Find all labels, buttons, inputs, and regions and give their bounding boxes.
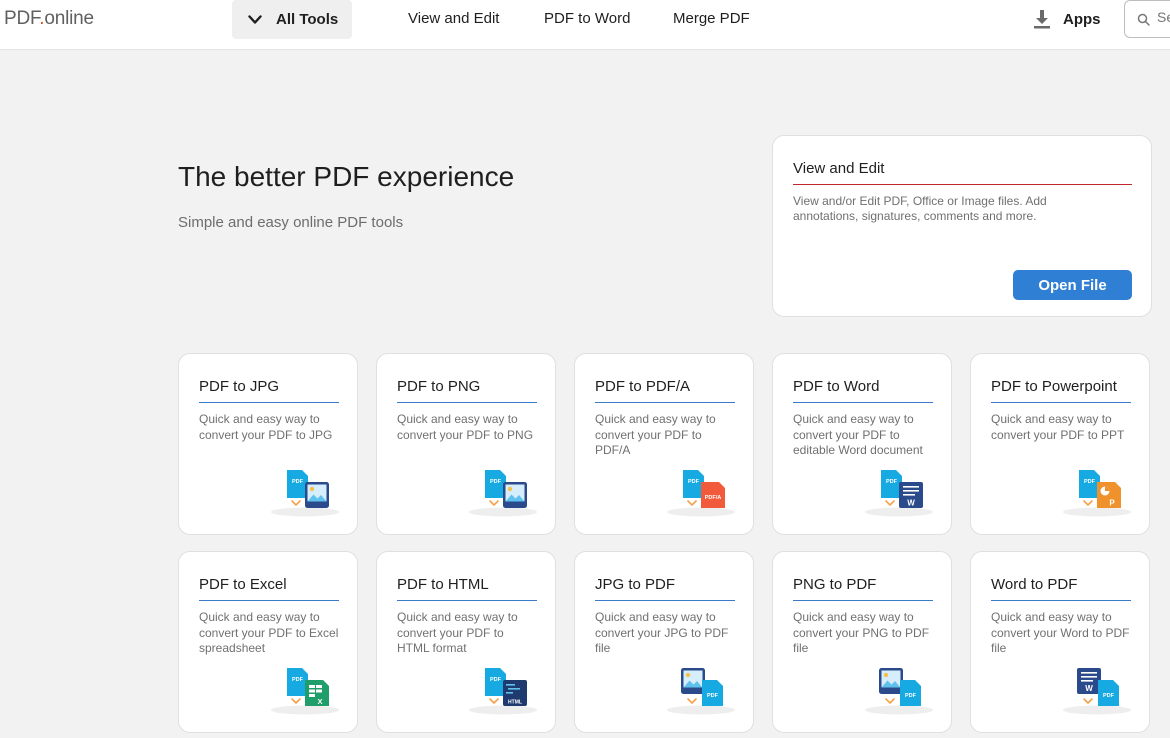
page-subtitle: Simple and easy online PDF tools [178, 214, 404, 231]
tool-card-pdf-to-powerpoint[interactable]: PDF to Powerpoint Quick and easy way to … [970, 353, 1150, 535]
pdf-to-html-icon: PDF HTML [469, 668, 537, 715]
svg-text:X: X [317, 697, 322, 706]
tool-card-divider [793, 402, 933, 403]
apps-download-button[interactable]: Apps [1033, 9, 1101, 29]
svg-text:W: W [1085, 684, 1093, 693]
tool-card-jpg-to-pdf[interactable]: JPG to PDF Quick and easy way to convert… [574, 551, 754, 733]
pdf-to-image-icon: PDF [271, 470, 339, 517]
svg-text:W: W [907, 499, 915, 508]
svg-text:HTML: HTML [508, 700, 522, 706]
tool-card-description: Quick and easy way to convert your PDF t… [199, 610, 339, 655]
word-to-pdf-icon: W PDF [1063, 668, 1131, 715]
page-title: The better PDF experience [178, 161, 515, 192]
nav-merge-pdf[interactable]: Merge PDF [673, 10, 750, 27]
tool-card-description: Quick and easy way to convert your Word … [991, 610, 1130, 655]
tool-card-divider [199, 402, 339, 403]
download-icon [1034, 10, 1050, 29]
apps-label: Apps [1063, 10, 1101, 28]
tool-card-description: Quick and easy way to convert your PDF t… [793, 412, 923, 457]
tool-card-description: Quick and easy way to convert your JPG t… [595, 610, 729, 655]
view-and-edit-card-description: View and/or Edit PDF, Office or Image fi… [793, 194, 1047, 223]
svg-text:PDF: PDF [292, 677, 304, 683]
nav-pdf-to-word[interactable]: PDF to Word [544, 10, 630, 27]
tool-card-title: PDF to PNG [397, 378, 481, 395]
tool-card-divider [595, 402, 735, 403]
chevron-down-icon [248, 14, 262, 24]
tool-card-title: PDF to HTML [397, 576, 489, 593]
tool-card-pdf-to-excel[interactable]: PDF to Excel Quick and easy way to conve… [178, 551, 358, 733]
tool-card-description: Quick and easy way to convert your PDF t… [199, 412, 333, 442]
tool-card-word-to-pdf[interactable]: Word to PDF Quick and easy way to conver… [970, 551, 1150, 733]
view-card-divider [793, 184, 1132, 185]
tool-card-divider [199, 600, 339, 601]
open-file-button[interactable]: Open File [1013, 270, 1132, 300]
tool-card-divider [397, 600, 537, 601]
all-tools-label: All Tools [276, 11, 339, 28]
tool-card-divider [991, 402, 1131, 403]
svg-text:P: P [1109, 499, 1115, 508]
tool-card-description: Quick and easy way to convert your PDF t… [397, 610, 518, 655]
tool-card-divider [397, 402, 537, 403]
tool-card-description: Quick and easy way to convert your PDF t… [991, 412, 1125, 442]
tool-card-description: Quick and easy way to convert your PDF t… [595, 412, 716, 457]
svg-text:PDF: PDF [490, 677, 502, 683]
tool-card-pdf-to-html[interactable]: PDF to HTML Quick and easy way to conver… [376, 551, 556, 733]
tool-card-title: PDF to Powerpoint [991, 378, 1117, 395]
svg-text:PDF/A: PDF/A [705, 495, 722, 501]
tool-card-divider [793, 600, 933, 601]
tool-card-title: PNG to PDF [793, 576, 877, 593]
pdf-to-excel-icon: PDF X [271, 668, 339, 715]
all-tools-button[interactable]: All Tools [232, 0, 352, 39]
tool-card-title: PDF to Word [793, 378, 880, 395]
pdf-to-image-icon: PDF [469, 470, 537, 517]
view-and-edit-card-title: View and Edit [793, 160, 885, 177]
pdf-to-word-icon: PDF W [865, 470, 933, 517]
tool-card-description: Quick and easy way to convert your PNG t… [793, 610, 930, 655]
tool-card-divider [991, 600, 1131, 601]
svg-text:PDF: PDF [707, 693, 719, 699]
search-box[interactable] [1124, 0, 1170, 38]
top-navigation-bar: PDF.online All Tools View and Edit PDF t… [0, 0, 1170, 50]
tool-card-title: PDF to JPG [199, 378, 280, 395]
image-to-pdf-icon: PDF [667, 668, 735, 715]
image-to-pdf-icon: PDF [865, 668, 933, 715]
tool-card-description: Quick and easy way to convert your PDF t… [397, 412, 534, 442]
pdf-to-ppt-icon: PDF P [1063, 470, 1131, 517]
search-icon [1137, 13, 1150, 26]
tool-card-pdf-to-png[interactable]: PDF to PNG Quick and easy way to convert… [376, 353, 556, 535]
svg-text:PDF: PDF [905, 693, 917, 699]
tool-card-pdf-to-word[interactable]: PDF to Word Quick and easy way to conver… [772, 353, 952, 535]
tool-card-title: JPG to PDF [595, 576, 676, 593]
svg-text:PDF: PDF [886, 479, 898, 485]
tool-card-pdf-to-jpg[interactable]: PDF to JPG Quick and easy way to convert… [178, 353, 358, 535]
tool-card-divider [595, 600, 735, 601]
tool-card-pdf-to-pdfa[interactable]: PDF to PDF/A Quick and easy way to conve… [574, 353, 754, 535]
svg-text:PDF: PDF [688, 479, 700, 485]
svg-text:PDF: PDF [490, 479, 502, 485]
search-input[interactable] [1157, 9, 1170, 25]
tool-card-png-to-pdf[interactable]: PNG to PDF Quick and easy way to convert… [772, 551, 952, 733]
pdf-to-pdfa-icon: PDF PDF/A [667, 470, 735, 517]
tool-card-title: Word to PDF [991, 576, 1078, 593]
tool-card-title: PDF to Excel [199, 576, 287, 593]
nav-view-and-edit[interactable]: View and Edit [408, 10, 499, 27]
svg-text:PDF: PDF [1103, 693, 1115, 699]
svg-text:PDF: PDF [292, 479, 304, 485]
pdf-online-logo[interactable]: PDF.online [4, 8, 94, 30]
svg-text:PDF: PDF [1084, 479, 1096, 485]
tool-card-title: PDF to PDF/A [595, 378, 691, 395]
view-and-edit-card: View and Edit View and/or Edit PDF, Offi… [772, 135, 1152, 317]
